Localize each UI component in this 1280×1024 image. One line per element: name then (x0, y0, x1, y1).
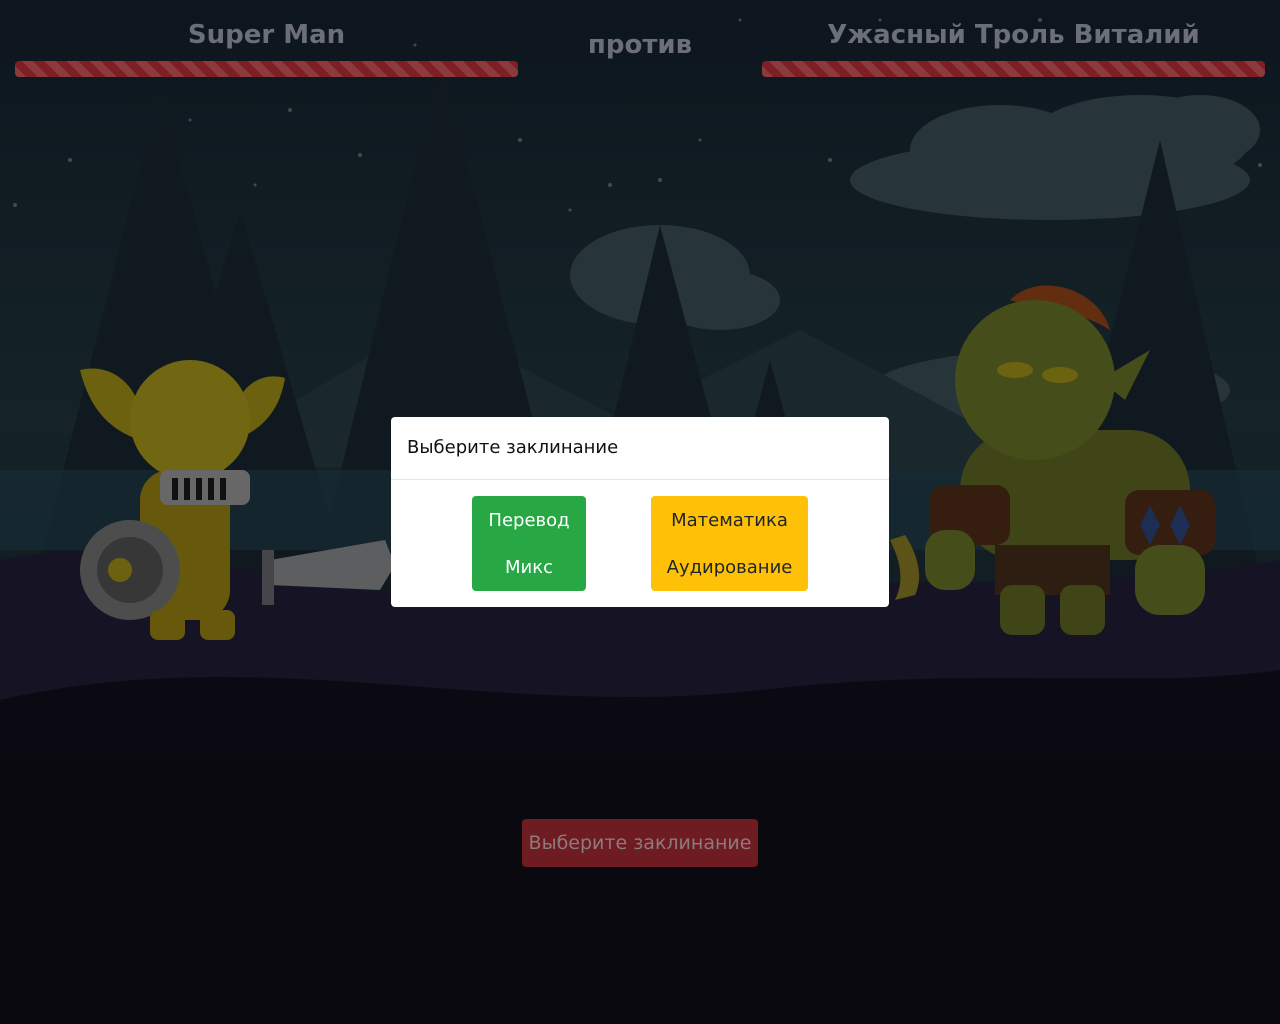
modal-header: Выберите заклинание (391, 417, 889, 480)
enemy-health-bar (762, 61, 1265, 77)
player-health-fill (15, 61, 518, 77)
player-health-bar (15, 61, 518, 77)
versus-label: против (587, 30, 693, 60)
spell-selection-modal: Выберите заклинание Перевод Микс Математ… (391, 417, 889, 607)
spell-label-math: Математика (671, 509, 788, 531)
spell-button-math-listening[interactable]: Математика Аудирование (651, 496, 808, 591)
spell-label-listening: Аудирование (666, 556, 793, 578)
spell-label-mix: Микс (505, 556, 553, 578)
choose-spell-button[interactable]: Выберите заклинание (522, 819, 758, 867)
player-name: Super Man (187, 20, 346, 50)
enemy-name: Ужасный Троль Виталий (827, 20, 1200, 50)
spell-button-translation-mix[interactable]: Перевод Микс (472, 496, 586, 591)
modal-title: Выберите заклинание (407, 437, 619, 458)
enemy-health-fill (762, 61, 1265, 77)
spell-label-translation: Перевод (488, 509, 570, 531)
